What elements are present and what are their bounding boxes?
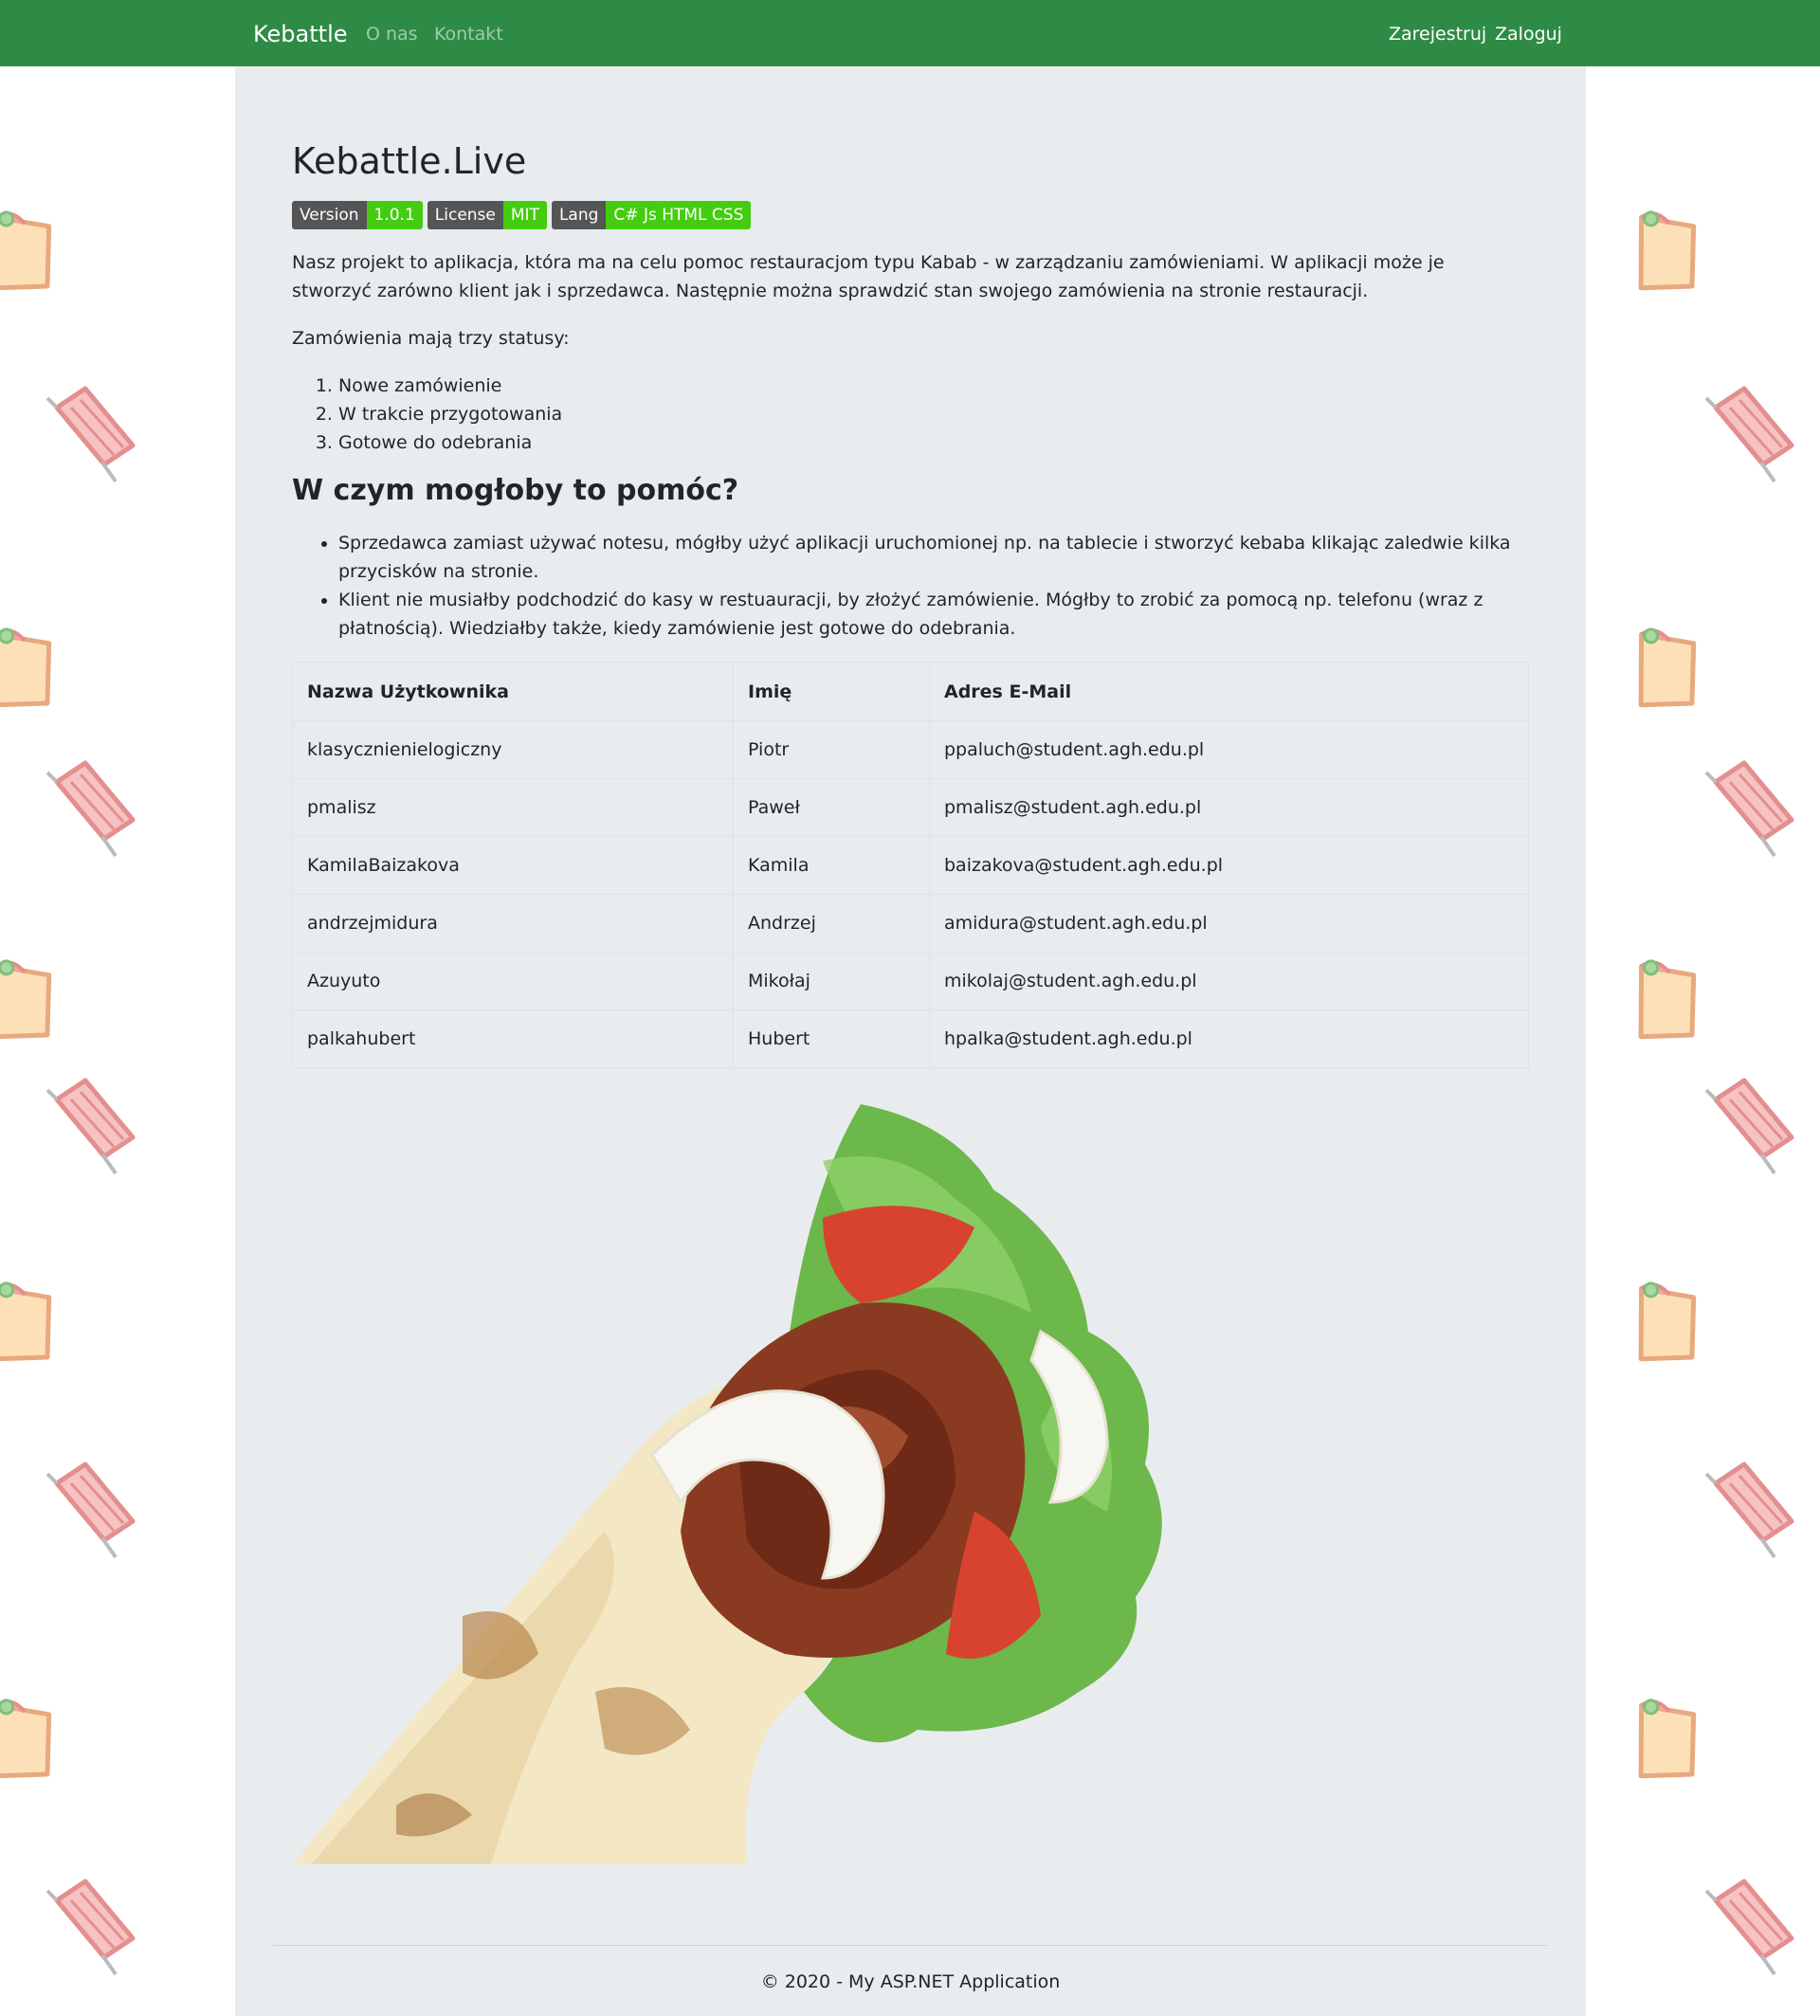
brand-link[interactable]: Kebattle bbox=[253, 21, 348, 47]
cell-username: andrzejmidura bbox=[292, 894, 734, 953]
login-link[interactable]: Zaloguj bbox=[1495, 24, 1562, 45]
table-row: pmalisz Paweł pmalisz@student.agh.edu.pl bbox=[292, 778, 1529, 837]
cell-username: klasycznienielogiczny bbox=[292, 720, 734, 779]
badge-value: 1.0.1 bbox=[366, 201, 423, 229]
cell-name: Kamila bbox=[733, 836, 930, 895]
kebab-wrap-photo-icon bbox=[292, 1104, 1162, 1864]
table-row: Azuyuto Mikołaj mikolaj@student.agh.edu.… bbox=[292, 952, 1529, 1010]
footer-divider bbox=[273, 1945, 1548, 1946]
badge-key: License bbox=[427, 201, 503, 229]
table-row: klasycznienielogiczny Piotr ppaluch@stud… bbox=[292, 720, 1529, 779]
badges-row: Version 1.0.1 License MIT Lang C# Js HTM… bbox=[292, 201, 755, 229]
main-container: Kebattle.Live Version 1.0.1 License MIT … bbox=[235, 66, 1586, 2016]
cell-email: ppaluch@student.agh.edu.pl bbox=[929, 720, 1529, 779]
status-item: Gotowe do odebrania bbox=[338, 428, 562, 457]
cell-name: Piotr bbox=[733, 720, 930, 779]
cell-username: Azuyuto bbox=[292, 952, 734, 1010]
statuses-label: Zamówienia mają trzy statusy: bbox=[292, 328, 570, 349]
benefit-item: Sprzedawca zamiast używać notesu, mógłby… bbox=[338, 529, 1575, 586]
cell-name: Paweł bbox=[733, 778, 930, 837]
cell-email: pmalisz@student.agh.edu.pl bbox=[929, 778, 1529, 837]
badge-key: Version bbox=[292, 201, 367, 229]
badge-key: Lang bbox=[551, 201, 607, 229]
status-item: W trakcie przygotowania bbox=[338, 400, 562, 428]
column-header-username: Nazwa Użytkownika bbox=[292, 662, 734, 721]
footer-text: © 2020 - My ASP.NET Application bbox=[760, 1971, 1061, 1992]
cell-username: KamilaBaizakova bbox=[292, 836, 734, 895]
column-header-name: Imię bbox=[733, 662, 930, 721]
table-header-row: Nazwa Użytkownika Imię Adres E-Mail bbox=[292, 662, 1529, 721]
status-item: Nowe zamówienie bbox=[338, 372, 562, 400]
statuses-list: Nowe zamówienie W trakcie przygotowania … bbox=[292, 372, 562, 457]
intro-paragraph: Nasz projekt to aplikacja, która ma na c… bbox=[292, 252, 1445, 301]
benefit-item: Klient nie musiałby podchodzić do kasy w… bbox=[338, 586, 1575, 643]
badge-value: C# Js HTML CSS bbox=[606, 201, 752, 229]
cell-username: pmalisz bbox=[292, 778, 734, 837]
cell-name: Mikołaj bbox=[733, 952, 930, 1010]
badge-value: MIT bbox=[502, 201, 547, 229]
cell-username: palkahubert bbox=[292, 1009, 734, 1068]
register-link[interactable]: Zarejestruj bbox=[1389, 24, 1486, 45]
lang-badge: Lang C# Js HTML CSS bbox=[551, 201, 752, 229]
table-row: andrzejmidura Andrzej amidura@student.ag… bbox=[292, 894, 1529, 953]
version-badge: Version 1.0.1 bbox=[292, 201, 423, 229]
column-header-email: Adres E-Mail bbox=[929, 662, 1529, 721]
cell-name: Andrzej bbox=[733, 894, 930, 953]
cell-name: Hubert bbox=[733, 1009, 930, 1068]
team-table: Nazwa Użytkownika Imię Adres E-Mail klas… bbox=[292, 662, 1529, 1068]
license-badge: License MIT bbox=[427, 201, 547, 229]
navbar: Kebattle O nas Kontakt Zarejestruj Zalog… bbox=[0, 0, 1820, 66]
cell-email: hpalka@student.agh.edu.pl bbox=[929, 1009, 1529, 1068]
cell-email: mikolaj@student.agh.edu.pl bbox=[929, 952, 1529, 1010]
section-heading: W czym mogłoby to pomóc? bbox=[292, 474, 739, 507]
table-row: KamilaBaizakova Kamila baizakova@student… bbox=[292, 836, 1529, 895]
cell-email: amidura@student.agh.edu.pl bbox=[929, 894, 1529, 953]
cell-email: baizakova@student.agh.edu.pl bbox=[929, 836, 1529, 895]
page-title: Kebattle.Live bbox=[292, 140, 527, 182]
benefits-list: Sprzedawca zamiast używać notesu, mógłby… bbox=[292, 529, 1575, 643]
table-row: palkahubert Hubert hpalka@student.agh.ed… bbox=[292, 1009, 1529, 1068]
nav-link-contact[interactable]: Kontakt bbox=[434, 24, 503, 45]
nav-link-about[interactable]: O nas bbox=[366, 24, 418, 45]
